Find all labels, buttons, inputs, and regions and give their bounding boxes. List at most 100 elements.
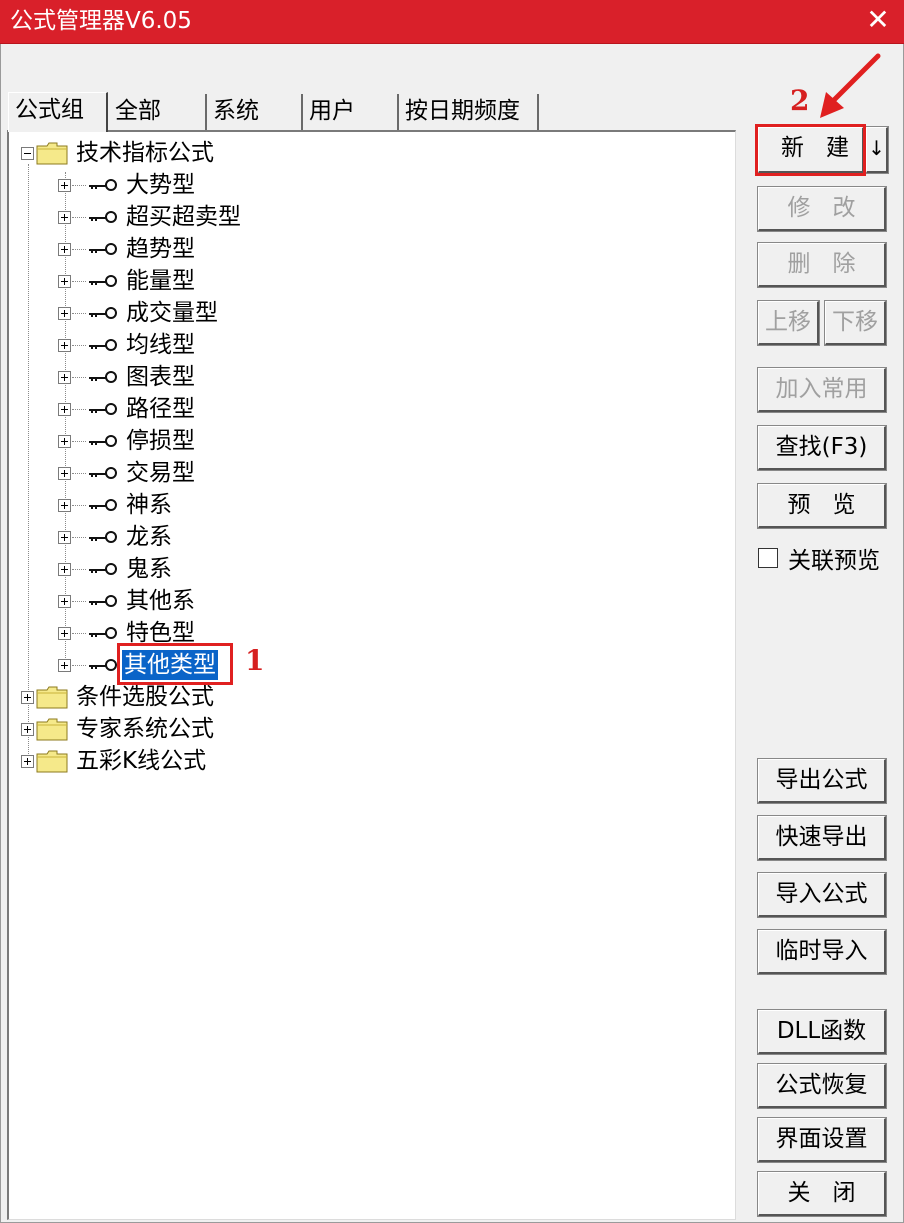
tree-label: 鬼系 <box>126 556 172 582</box>
expand-icon[interactable] <box>58 402 71 416</box>
expand-icon[interactable] <box>58 562 71 576</box>
tree-item-moving-average[interactable]: 均线型 <box>58 330 197 360</box>
expand-icon[interactable] <box>58 658 71 672</box>
preview-button[interactable]: 预览 <box>758 484 886 528</box>
tab-user[interactable]: 用户 <box>303 94 399 130</box>
linked-preview-label: 关联预览 <box>788 548 880 574</box>
expand-icon[interactable] <box>58 594 71 608</box>
expand-icon[interactable] <box>21 690 34 704</box>
key-icon <box>89 243 117 255</box>
tree-item-gui-series[interactable]: 鬼系 <box>58 554 174 584</box>
tree-dots <box>72 472 86 474</box>
modify-button[interactable]: 修改 <box>758 187 886 231</box>
tree-label: 其他系 <box>126 588 195 614</box>
ui-settings-button[interactable]: 界面设置 <box>758 1118 886 1162</box>
tab-all[interactable]: 全部 <box>109 94 207 130</box>
tree-item-shen-series[interactable]: 神系 <box>58 490 174 520</box>
key-icon <box>89 403 117 415</box>
folder-icon <box>36 750 68 773</box>
expand-icon[interactable] <box>21 754 34 768</box>
tree-item-path[interactable]: 路径型 <box>58 394 197 424</box>
tree-label: 技术指标公式 <box>76 140 214 166</box>
dll-function-button[interactable]: DLL函数 <box>758 1010 886 1054</box>
tree-label: 图表型 <box>126 364 195 390</box>
expand-icon[interactable] <box>58 466 71 480</box>
tree-root-expert-system[interactable]: 专家系统公式 <box>21 714 216 744</box>
delete-button[interactable]: 删除 <box>758 243 886 287</box>
key-icon <box>89 339 117 351</box>
tree-dots <box>72 216 86 218</box>
tree-root-colored-kline[interactable]: 五彩K线公式 <box>21 746 208 776</box>
tree-item-trading[interactable]: 交易型 <box>58 458 197 488</box>
tree-item-chart[interactable]: 图表型 <box>58 362 197 392</box>
restore-formula-button[interactable]: 公式恢复 <box>758 1064 886 1108</box>
key-icon <box>89 627 117 639</box>
key-icon <box>89 211 117 223</box>
tree-item-energy[interactable]: 能量型 <box>58 266 197 296</box>
new-dropdown-button[interactable]: ↓ <box>866 127 888 173</box>
expand-icon[interactable] <box>58 434 71 448</box>
key-icon <box>89 563 117 575</box>
export-formula-button[interactable]: 导出公式 <box>758 759 886 803</box>
tree-dots <box>72 664 86 666</box>
tree-dots <box>72 312 86 314</box>
temp-import-button[interactable]: 临时导入 <box>758 930 886 974</box>
expand-icon[interactable] <box>58 626 71 640</box>
tree-item-volume[interactable]: 成交量型 <box>58 298 220 328</box>
tree-label: 五彩K线公式 <box>76 748 207 774</box>
tree-connector-line <box>28 164 29 764</box>
folder-icon <box>36 142 68 165</box>
tree-root-stock-selection[interactable]: 条件选股公式 <box>21 682 216 712</box>
expand-icon[interactable] <box>58 274 71 288</box>
expand-icon[interactable] <box>58 210 71 224</box>
tree-label: 交易型 <box>126 460 195 486</box>
move-up-button[interactable]: 上移 <box>758 301 819 345</box>
linked-preview-option[interactable]: 关联预览 <box>758 543 880 574</box>
tab-formula-group[interactable]: 公式组 <box>8 92 108 132</box>
expand-icon[interactable] <box>58 178 71 192</box>
expand-icon[interactable] <box>58 370 71 384</box>
tree-label: 专家系统公式 <box>76 716 214 742</box>
tree-item-stop-loss[interactable]: 停损型 <box>58 426 197 456</box>
expand-icon[interactable] <box>58 306 71 320</box>
key-icon <box>89 307 117 319</box>
key-icon <box>89 659 117 671</box>
tree-label: 均线型 <box>126 332 195 358</box>
annotation-box-step-1 <box>117 643 233 685</box>
close-icon[interactable]: ✕ <box>862 4 894 36</box>
move-down-button[interactable]: 下移 <box>825 301 886 345</box>
expand-icon[interactable] <box>58 338 71 352</box>
annotation-number-1: 1 <box>245 644 265 677</box>
tab-by-date-frequency[interactable]: 按日期频度 <box>399 94 539 130</box>
tree-dots <box>72 184 86 186</box>
find-button[interactable]: 查找(F3) <box>758 426 886 470</box>
title-bar: 公式管理器V6.05 ✕ <box>0 0 904 44</box>
close-button[interactable]: 关闭 <box>758 1172 886 1216</box>
tree-root-technical-indicators[interactable]: 技术指标公式 <box>21 138 216 168</box>
tree-dots <box>72 344 86 346</box>
collapse-icon[interactable] <box>21 146 34 160</box>
window-title: 公式管理器V6.05 <box>10 8 192 34</box>
linked-preview-checkbox[interactable] <box>758 548 778 568</box>
tab-system[interactable]: 系统 <box>207 94 303 130</box>
expand-icon[interactable] <box>58 498 71 512</box>
tree-item-overbought-oversold[interactable]: 超买超卖型 <box>58 202 243 232</box>
key-icon <box>89 499 117 511</box>
tree-label: 路径型 <box>126 396 195 422</box>
expand-icon[interactable] <box>58 530 71 544</box>
quick-export-button[interactable]: 快速导出 <box>758 816 886 860</box>
tree-item-trend[interactable]: 趋势型 <box>58 234 197 264</box>
key-icon <box>89 371 117 383</box>
expand-icon[interactable] <box>21 722 34 736</box>
folder-icon <box>36 718 68 741</box>
tree-item-other-series[interactable]: 其他系 <box>58 586 197 616</box>
tree-label: 神系 <box>126 492 172 518</box>
tree-item-dashixing[interactable]: 大势型 <box>58 170 197 200</box>
tree-item-long-series[interactable]: 龙系 <box>58 522 174 552</box>
import-formula-button[interactable]: 导入公式 <box>758 873 886 917</box>
key-icon <box>89 179 117 191</box>
tree-dots <box>72 536 86 538</box>
tree-label: 超买超卖型 <box>126 204 241 230</box>
expand-icon[interactable] <box>58 242 71 256</box>
add-to-common-button[interactable]: 加入常用 <box>758 368 886 412</box>
